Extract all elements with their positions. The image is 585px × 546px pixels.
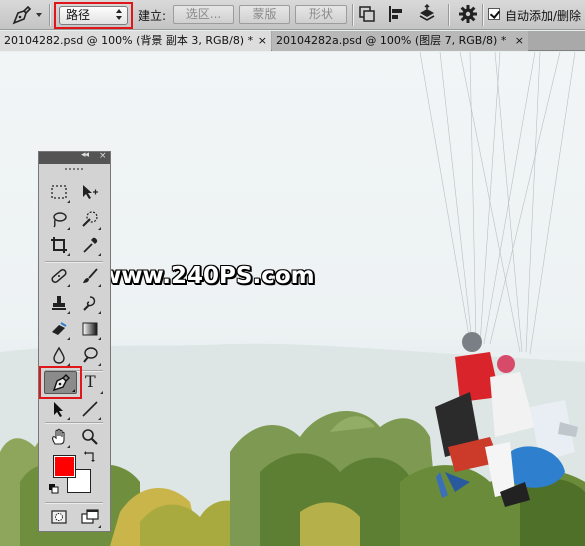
path-arrangement-icon [419,4,435,21]
divider [482,4,483,26]
auto-add-delete-label: 自动添加/删除 [505,9,582,23]
bandage-icon [51,269,67,283]
tool-preset-picker[interactable] [6,4,42,26]
path-operations-button[interactable] [357,4,377,24]
make-shape-button[interactable]: 形状 [295,5,347,24]
arrow-cursor-icon [54,402,63,417]
tab-document-1[interactable]: 20104282.psd @ 100% (背景 副本 3, RGB/8) * × [0,31,271,51]
type-tool[interactable]: T [81,372,103,394]
make-selection-button[interactable]: 选区... [173,5,234,24]
select-arrows-icon [116,9,123,21]
gear-icon [459,5,477,23]
paraglider-lines [419,52,576,355]
magnifier-icon [82,429,98,445]
default-colors-icon [49,484,59,494]
tab-document-2[interactable]: 20104282a.psd @ 100% (图层 7, RGB/8) * × [272,31,528,51]
hand-icon [52,428,65,445]
lasso-tool[interactable] [48,208,70,230]
tab-label: 20104282.psd @ 100% (背景 副本 3, RGB/8) * [4,34,254,47]
collapse-icon[interactable]: ◂◂ [81,150,89,160]
healing-brush-tool[interactable] [48,265,70,287]
pen-icon [12,5,32,25]
eraser-icon [52,322,67,335]
eyedropper-icon [83,237,98,253]
path-selection-tool[interactable] [48,398,70,420]
mode-highlight: 路径 [54,2,133,29]
blur-tool[interactable] [48,344,70,366]
water-drop-icon [53,346,65,364]
crop-icon [51,237,67,253]
document-tab-bar: 20104282.psd @ 100% (背景 副本 3, RGB/8) * ×… [0,31,585,51]
auto-add-delete-checkbox[interactable] [488,8,500,20]
quick-selection-icon [82,211,98,227]
divider [45,422,103,423]
options-bar: 路径 建立: 选区... 蒙版 形状 自动添加/删除 [0,0,585,30]
screen-mode-button[interactable] [79,506,101,528]
crop-tool[interactable] [48,234,70,256]
close-icon[interactable]: × [258,31,267,51]
move-tool[interactable] [79,181,101,203]
type-icon: T [85,372,96,391]
foreground-color-swatch[interactable] [53,455,76,478]
gradient-icon [82,322,98,336]
tools-panel-header[interactable]: ◂◂ × [39,150,110,164]
gradient-tool[interactable] [79,318,101,340]
dodge-tool[interactable] [79,344,101,366]
swap-arrows-icon [84,451,95,462]
zoom-tool[interactable] [79,426,101,448]
quick-mask-icon [51,510,67,524]
brush-tool[interactable] [79,265,101,287]
quick-selection-tool[interactable] [79,208,101,230]
swap-colors-button[interactable] [83,449,97,463]
panel-grip[interactable] [65,168,83,170]
screen-mode-icon [81,509,99,524]
tools-panel: ◂◂ × T [38,150,111,532]
pen-tool-highlight [39,366,82,399]
close-icon[interactable]: × [99,151,107,161]
path-arrangement-button[interactable] [417,4,437,24]
line-tool[interactable] [79,398,101,420]
hand-tool[interactable] [48,426,70,448]
quick-mask-button[interactable] [48,506,70,528]
chevron-down-icon [36,13,42,17]
stamp-icon [52,296,66,310]
history-brush-icon [83,296,96,311]
path-operations-icon [359,6,375,22]
tab-label: 20104282a.psd @ 100% (图层 7, RGB/8) * [276,34,507,47]
tool-mode-value: 路径 [66,8,91,22]
divider [45,502,103,503]
paragliders [435,332,578,507]
path-alignment-button[interactable] [386,4,406,24]
eraser-tool[interactable] [48,318,70,340]
pen-icon [52,374,70,392]
brush-icon [83,268,98,283]
line-icon [82,401,98,417]
divider [352,4,353,26]
marquee-tool[interactable] [48,181,70,203]
settings-button[interactable] [458,4,478,24]
move-icon [83,185,98,199]
divider [49,4,50,26]
rect-marquee-icon [51,185,67,199]
clone-stamp-tool[interactable] [48,292,70,314]
close-icon[interactable]: × [515,31,524,51]
watermark-text: www.240PS.com [100,263,315,289]
dodge-icon [83,347,98,363]
path-alignment-icon [389,6,402,22]
divider [448,4,449,26]
default-colors-button[interactable] [49,484,61,496]
tool-mode-select[interactable]: 路径 [59,6,128,25]
make-mask-button[interactable]: 蒙版 [239,5,290,24]
eyedropper-tool[interactable] [79,234,101,256]
make-label: 建立: [138,9,167,23]
lasso-icon [53,212,67,228]
history-brush-tool[interactable] [79,292,101,314]
pen-tool[interactable] [44,371,77,394]
divider [45,261,103,262]
